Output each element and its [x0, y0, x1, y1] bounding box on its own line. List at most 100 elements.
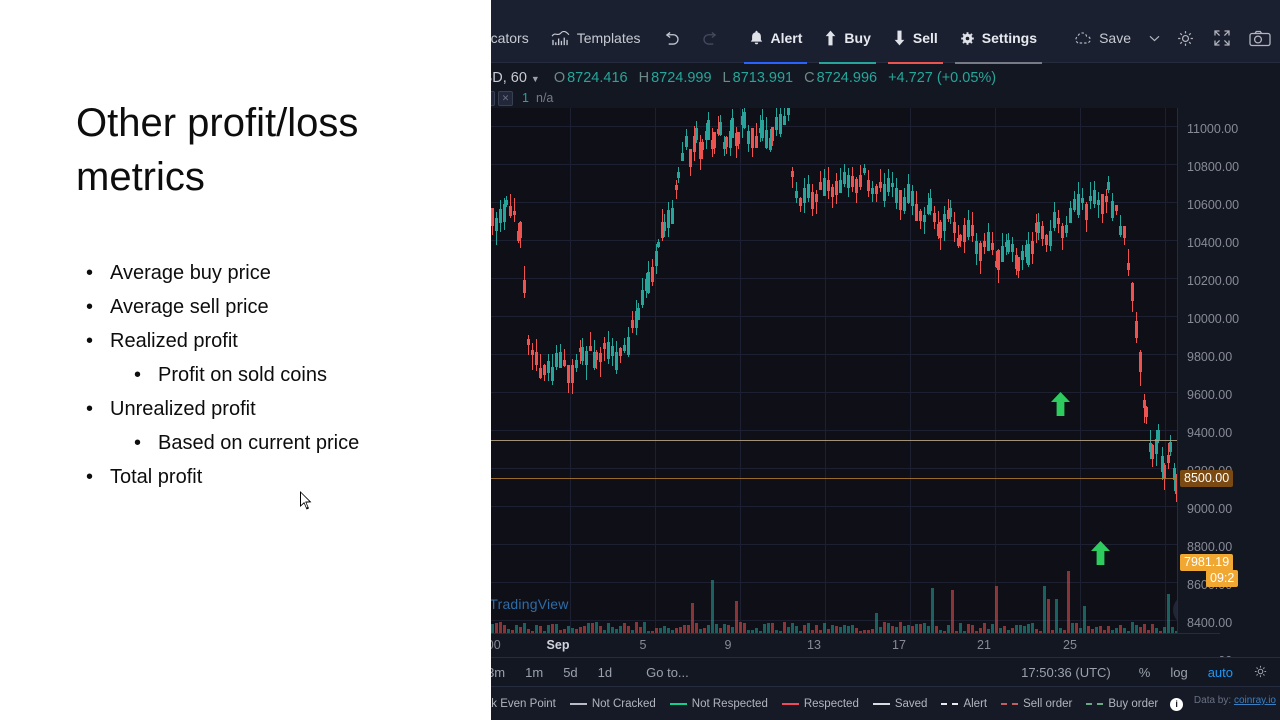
candle-wick — [1028, 232, 1029, 267]
candle-wick — [506, 196, 507, 207]
clock-label: 17:50:36 (UTC) — [1011, 665, 1121, 680]
candle-wick — [954, 212, 955, 241]
candle-wick — [1108, 176, 1109, 193]
range-button-1d[interactable]: 1d — [588, 665, 622, 680]
snapshot-button[interactable] — [1240, 18, 1280, 58]
volume-bar — [1099, 626, 1102, 633]
symbol-text: : BTC/USD, 60 — [491, 70, 527, 86]
log-scale-button[interactable]: log — [1160, 665, 1197, 680]
volume-bar — [503, 625, 506, 633]
bullet-text: Total profit — [110, 460, 202, 494]
grid-line-horizontal — [491, 126, 1220, 127]
candle-wick — [540, 354, 541, 379]
time-tick-label: 5 — [640, 638, 647, 652]
candle-wick — [820, 171, 821, 189]
candle-wick — [984, 233, 985, 254]
chart-plot-area[interactable]: Chart by TradingView — [491, 108, 1220, 633]
candle-wick — [1042, 221, 1043, 246]
candle-wick — [880, 169, 881, 192]
time-scale[interactable]: 12:00Sep5913172125 — [491, 633, 1220, 658]
legend-swatch — [570, 703, 587, 705]
candle-wick — [938, 211, 939, 239]
ohlc-open: O8724.416 — [554, 70, 628, 86]
candle-wick — [1162, 447, 1163, 480]
volume-bar — [991, 624, 994, 633]
price-tick-label: 8400.00 — [1187, 616, 1232, 630]
bullet-item: •Total profit — [86, 460, 476, 494]
candle-wick — [912, 185, 913, 215]
candle-wick — [718, 116, 719, 136]
candle-wick — [1012, 237, 1013, 261]
chart-settings-button[interactable] — [1167, 18, 1204, 58]
candle-wick — [888, 169, 889, 197]
candle-wick — [712, 128, 713, 157]
settings-button[interactable]: Settings — [949, 18, 1048, 58]
candle-wick — [844, 164, 845, 187]
chevron-down-icon — [1149, 35, 1160, 42]
active-underline — [819, 62, 875, 64]
bell-icon — [749, 30, 764, 46]
fullscreen-button[interactable] — [1204, 18, 1240, 58]
legend-label: Break Even Point — [491, 698, 556, 710]
go-to-button[interactable]: Go to... — [636, 665, 699, 680]
bullet-item: •Profit on sold coins — [86, 358, 476, 392]
ohlc-close: C8724.996 — [804, 70, 877, 86]
close-icon[interactable]: ✕ — [498, 91, 513, 106]
candle-wick — [1128, 249, 1129, 276]
save-menu-button[interactable] — [1142, 18, 1167, 58]
candle-wick — [788, 108, 789, 121]
candle-wick — [1144, 394, 1145, 422]
info-icon[interactable]: i — [1170, 698, 1183, 711]
undo-button[interactable] — [652, 18, 691, 58]
time-tick-label: 17 — [892, 638, 906, 652]
bottom-settings-button[interactable] — [1243, 664, 1280, 682]
range-button-5d[interactable]: 5d — [553, 665, 587, 680]
buy-button[interactable]: Buy — [813, 18, 881, 58]
candle-wick — [900, 190, 901, 221]
candle-wick — [770, 129, 771, 152]
indicators-button[interactable]: Indicators — [491, 18, 540, 58]
strategy-line — [491, 440, 1220, 441]
volume-bar — [807, 623, 810, 633]
fullscreen-icon — [1213, 29, 1231, 47]
legend-label: Alert — [963, 698, 987, 710]
redo-button[interactable] — [691, 18, 730, 58]
candle-wick — [628, 327, 629, 357]
price-scale[interactable]: 11000.0010800.0010600.0010400.0010200.00… — [1177, 108, 1280, 633]
templates-button[interactable]: Templates — [540, 18, 652, 58]
volume-bar — [723, 624, 726, 633]
auto-scale-button[interactable]: auto — [1198, 665, 1243, 680]
gear-icon[interactable]: ✿ — [491, 91, 495, 106]
save-button[interactable]: Save — [1062, 18, 1142, 58]
candle-wick — [928, 193, 929, 215]
sell-button[interactable]: Sell — [882, 18, 949, 58]
volume-bar — [715, 624, 718, 633]
data-source-link[interactable]: coinray.io — [1234, 695, 1276, 706]
volume-bar — [535, 625, 538, 633]
candle-wick — [1036, 214, 1037, 242]
candle-wick — [706, 123, 707, 149]
candle-wick — [544, 364, 545, 381]
candle-wick — [998, 249, 999, 283]
candle-wick — [1102, 194, 1103, 223]
candle-wick — [792, 167, 793, 188]
volume-bar — [919, 624, 922, 633]
active-underline — [888, 62, 943, 64]
volume-bar — [995, 586, 998, 633]
grid-line-horizontal — [491, 316, 1220, 317]
symbol-label[interactable]: : BTC/USD, 60▼ — [491, 70, 540, 86]
percent-scale-button[interactable]: % — [1129, 665, 1161, 680]
indicator-na: n/a — [536, 91, 553, 105]
volume-bar — [691, 603, 694, 633]
data-attribution: Data by: coinray.io — [1194, 695, 1276, 706]
candle-wick — [940, 220, 941, 250]
arrow-down-icon — [893, 30, 906, 46]
range-button-1m[interactable]: 1m — [515, 665, 553, 680]
alert-button[interactable]: Alert — [738, 18, 814, 58]
candle-wick — [646, 273, 647, 298]
range-button-3m[interactable]: 3m — [491, 665, 515, 680]
candle-wick — [848, 168, 849, 198]
candle-wick — [762, 109, 763, 141]
volume-bar — [927, 626, 930, 633]
candle-wick — [856, 177, 857, 203]
